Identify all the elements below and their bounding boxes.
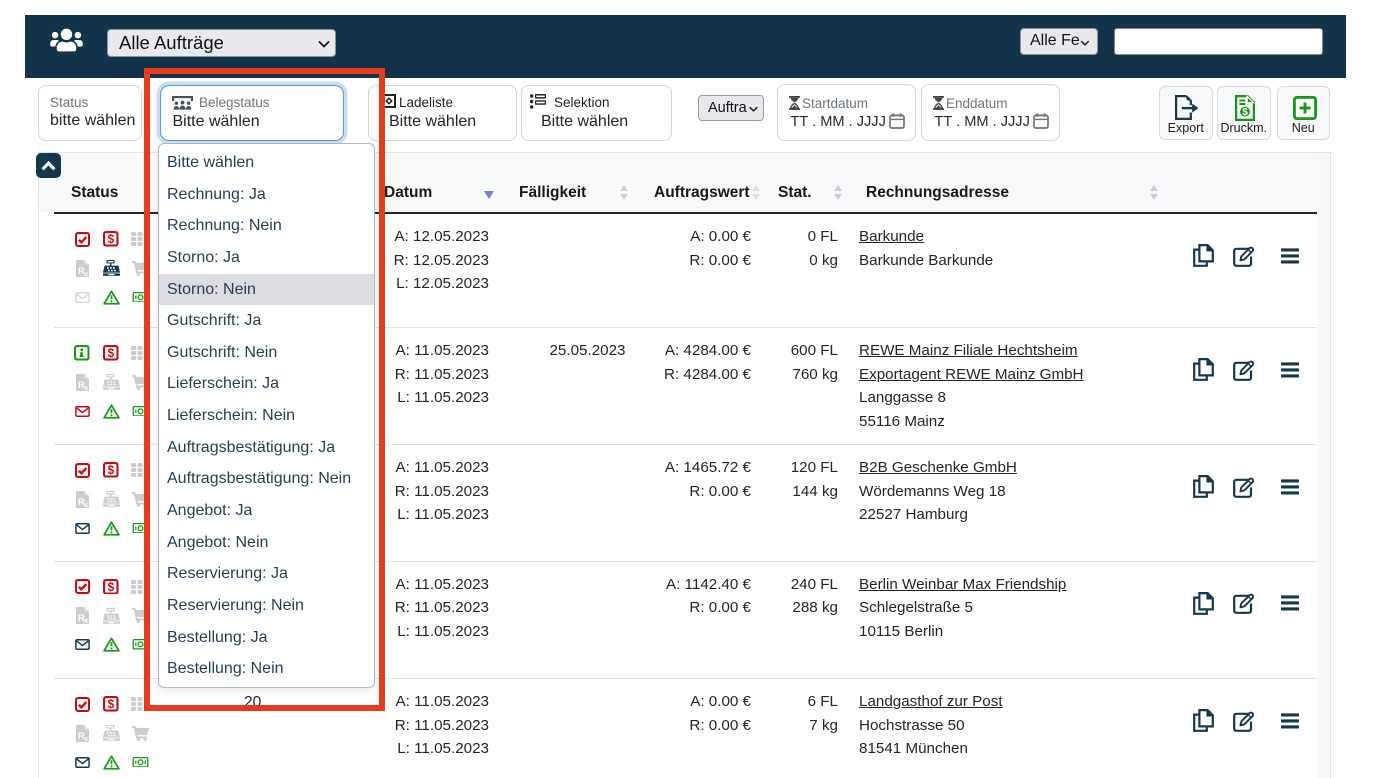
svg-text:$: $ [1242, 107, 1248, 118]
